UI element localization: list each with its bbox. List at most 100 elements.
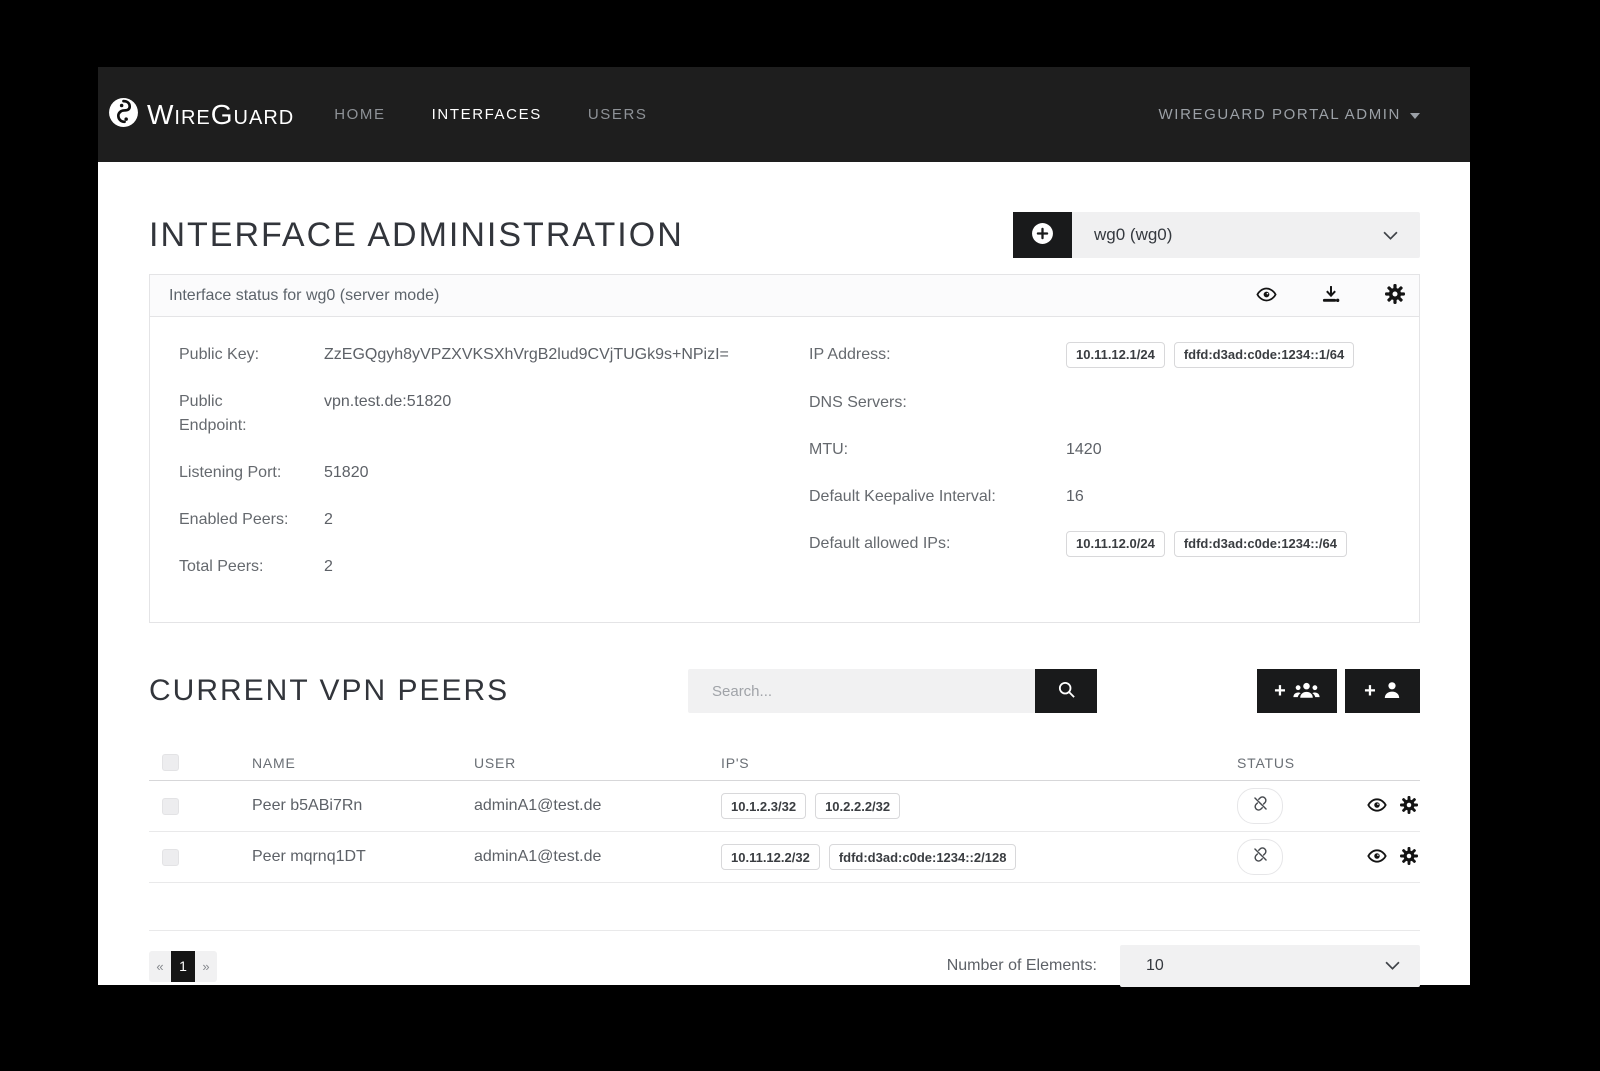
ip-address-badges: 10.11.12.1/24 fdfd:d3ad:c0de:1234::1/64 (1066, 342, 1354, 368)
keepalive-label: Default Keepalive Interval: (809, 485, 1049, 509)
user-menu-dropdown[interactable]: WIREGUARD PORTAL ADMIN (1159, 106, 1420, 123)
plus-circle-icon (1031, 222, 1054, 248)
ip-address-label: IP Address: (809, 343, 1049, 368)
table-header-row: NAME USER IP'S STATUS (149, 745, 1420, 781)
pagination-next-button[interactable]: » (195, 951, 217, 982)
peer-status-cell (1237, 839, 1337, 875)
table-row: Peer mqrnq1DT adminA1@test.de 10.11.12.2… (149, 832, 1420, 883)
plus-icon: + (1274, 681, 1286, 701)
download-config-button[interactable] (1321, 284, 1341, 307)
caret-down-icon (1410, 113, 1420, 119)
enabled-peers-label: Enabled Peers: (179, 508, 291, 532)
select-all-checkbox[interactable] (162, 754, 179, 771)
gear-icon (1400, 796, 1418, 817)
public-endpoint-row: Public Endpoint: vpn.test.de:51820 (179, 390, 809, 438)
total-peers-label: Total Peers: (179, 555, 291, 579)
peer-status-cell (1237, 788, 1337, 824)
chevron-down-icon (1385, 957, 1400, 975)
eye-icon (1367, 795, 1387, 818)
listening-port-row: Listening Port: 51820 (179, 461, 809, 485)
pagination-page-1[interactable]: 1 (171, 951, 195, 982)
status-badge (1237, 788, 1283, 824)
link-off-icon (1251, 794, 1270, 818)
pagination-prev-button[interactable]: « (149, 951, 171, 982)
dns-servers-label: DNS Servers: (809, 391, 1049, 415)
user-icon (1383, 681, 1401, 702)
status-left-column: Public Key: ZzEGQgyh8yVPZXVKSXhVrgB2lud9… (179, 343, 809, 602)
interface-admin-header: INTERFACE ADMINISTRATION wg0 (wg0) (149, 212, 1420, 258)
row-checkbox-cell (149, 798, 252, 815)
public-endpoint-value: vpn.test.de:51820 (324, 390, 451, 438)
screen: WireGuard HOME INTERFACES USERS WIREGUAR… (0, 0, 1600, 1071)
edit-peer-button[interactable] (1400, 796, 1418, 817)
status-right-column: IP Address: 10.11.12.1/24 fdfd:d3ad:c0de… (809, 343, 1419, 602)
peer-name: Peer b5ABi7Rn (252, 797, 474, 815)
view-peer-button[interactable] (1367, 795, 1387, 818)
public-endpoint-label: Public Endpoint: (179, 390, 291, 438)
peer-ips: 10.11.12.2/32 fdfd:d3ad:c0de:1234::2/128 (721, 844, 1237, 870)
row-checkbox[interactable] (162, 798, 179, 815)
mtu-label: MTU: (809, 438, 1049, 462)
edit-peer-button[interactable] (1400, 847, 1418, 868)
interface-select-value: wg0 (wg0) (1094, 225, 1172, 245)
keepalive-row: Default Keepalive Interval: 16 (809, 485, 1419, 509)
edit-interface-button[interactable] (1385, 284, 1405, 307)
peer-add-buttons: + + (1257, 669, 1420, 713)
peer-name: Peer mqrnq1DT (252, 848, 474, 866)
chevron-down-icon (1383, 225, 1398, 245)
ip-badge: fdfd:d3ad:c0de:1234::1/64 (1174, 342, 1354, 368)
eye-icon (1367, 846, 1387, 869)
ip-badge: 10.11.12.1/24 (1066, 342, 1165, 368)
table-footer-spacer (149, 883, 1420, 931)
ip-badge: 10.11.12.0/24 (1066, 531, 1165, 557)
user-menu-label: WIREGUARD PORTAL ADMIN (1159, 106, 1401, 123)
pagination: « 1 » (149, 951, 217, 982)
interface-status-card: Interface status for wg0 (server mode) (149, 274, 1420, 623)
peers-section-header: CURRENT VPN PEERS + (149, 667, 1420, 715)
nav-link-home[interactable]: HOME (334, 106, 385, 123)
add-peer-button[interactable]: + (1345, 669, 1420, 713)
users-group-icon (1293, 681, 1320, 702)
public-key-row: Public Key: ZzEGQgyh8yVPZXVKSXhVrgB2lud9… (179, 343, 809, 367)
nav-link-interfaces[interactable]: INTERFACES (432, 106, 542, 123)
gear-icon (1385, 284, 1405, 307)
view-peer-button[interactable] (1367, 846, 1387, 869)
search-icon (1057, 680, 1076, 702)
brand-name: WireGuard (147, 99, 294, 131)
add-interface-button[interactable] (1013, 212, 1072, 258)
add-multiple-peers-button[interactable]: + (1257, 669, 1337, 713)
interface-select[interactable]: wg0 (wg0) (1072, 212, 1420, 258)
elements-label: Number of Elements: (947, 957, 1097, 975)
row-checkbox[interactable] (162, 849, 179, 866)
brand-logo[interactable]: WireGuard (108, 97, 294, 133)
keepalive-value: 16 (1066, 485, 1084, 509)
elements-select[interactable]: 10 (1120, 945, 1420, 987)
status-badge (1237, 839, 1283, 875)
peers-footer: « 1 » Number of Elements: 10 (149, 945, 1420, 987)
allowed-ips-label: Default allowed IPs: (809, 532, 1049, 557)
mtu-value: 1420 (1066, 438, 1102, 462)
allowed-ips-badges: 10.11.12.0/24 fdfd:d3ad:c0de:1234::/64 (1066, 531, 1347, 557)
eye-icon (1256, 284, 1277, 308)
search-input[interactable] (688, 669, 1035, 713)
ip-address-row: IP Address: 10.11.12.1/24 fdfd:d3ad:c0de… (809, 343, 1419, 368)
mtu-row: MTU: 1420 (809, 438, 1419, 462)
download-icon (1321, 284, 1341, 307)
dns-servers-row: DNS Servers: (809, 391, 1419, 415)
link-off-icon (1251, 845, 1270, 869)
total-peers-row: Total Peers: 2 (179, 555, 809, 579)
view-config-button[interactable] (1256, 284, 1277, 308)
total-peers-value: 2 (324, 555, 333, 579)
peers-table: NAME USER IP'S STATUS Peer b5ABi7Rn admi… (149, 745, 1420, 931)
nav-link-users[interactable]: USERS (588, 106, 648, 123)
search-button[interactable] (1035, 669, 1097, 713)
ip-badge: 10.1.2.3/32 (721, 793, 806, 819)
listening-port-value: 51820 (324, 461, 369, 485)
enabled-peers-row: Enabled Peers: 2 (179, 508, 809, 532)
enabled-peers-value: 2 (324, 508, 333, 532)
status-card-title: Interface status for wg0 (server mode) (169, 287, 439, 305)
column-header-user: USER (474, 755, 721, 771)
elements-per-page: Number of Elements: 10 (947, 945, 1420, 987)
wireguard-logo-icon (108, 97, 139, 133)
column-header-name: NAME (252, 755, 474, 771)
